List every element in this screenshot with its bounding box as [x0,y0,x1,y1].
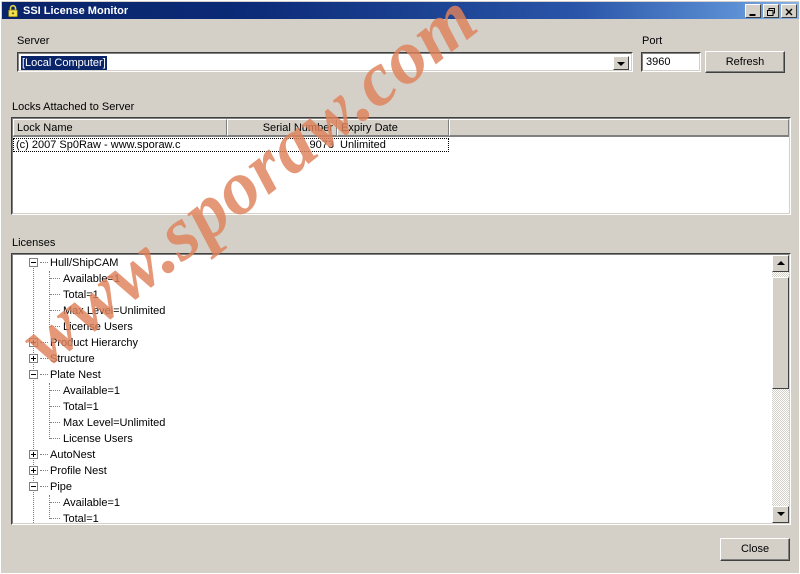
tree-item-label: AutoNest [50,449,96,461]
tree-node-dash [50,438,60,439]
scrollbar-thumb[interactable] [772,276,789,389]
licenses-scrollbar[interactable] [772,255,789,523]
tree-item[interactable]: Total=1 [13,287,772,303]
refresh-button-label: Refresh [725,55,765,68]
tree-item[interactable]: Plate Nest [13,367,772,383]
port-label: Port [642,35,663,47]
tree-item-label: Available=1 [63,497,120,509]
column-header-lock-name[interactable]: Lock Name [13,119,227,136]
tree-node-dash [50,502,60,503]
ssi-license-monitor-window: SSI License Monitor Server [Local Comput… [0,0,800,574]
tree-item[interactable]: Available=1 [13,271,772,287]
tree-node-dash [40,358,48,359]
column-header-blank[interactable] [449,119,789,136]
tree-item-label: Profile Nest [50,465,107,477]
tree-node-dash [40,374,48,375]
restore-button[interactable] [763,3,779,18]
column-header-serial-number[interactable]: Serial Number [227,119,337,136]
tree-item[interactable]: Hull/ShipCAM [13,255,772,271]
server-combo-value[interactable]: [Local Computer] [21,56,107,70]
tree-node-dash [40,262,48,263]
collapse-minus-icon[interactable] [29,370,38,379]
tree-item-label: Total=1 [63,289,99,301]
server-label: Server [17,35,50,47]
tree-item[interactable]: Total=1 [13,511,772,523]
window-controls [745,3,797,18]
tree-item[interactable]: Available=1 [13,495,772,511]
table-row[interactable]: (c) 2007 Sp0Raw - www.sporaw.c 9073 Unli… [13,137,789,152]
minimize-button[interactable] [745,3,761,18]
locks-label: Locks Attached to Server [12,101,135,113]
expand-plus-icon[interactable] [29,466,38,475]
tree-item-label: Total=1 [63,513,99,523]
port-input-value[interactable]: 3960 [643,54,699,68]
tree-node-dash [50,422,60,423]
tree-item-label: Available=1 [63,385,120,397]
close-button-label: Close [740,543,770,555]
tree-item-label: Hull/ShipCAM [50,257,119,269]
tree-node-dash [50,310,60,311]
locks-column-headers: Lock Name Serial Number Expiry Date [13,119,789,137]
tree-item[interactable]: License Users [13,319,772,335]
tree-item-label: Pipe [50,481,73,493]
tree-node-dash [40,470,48,471]
cell-expiry-date: Unlimited [340,138,386,151]
tree-item[interactable]: Pipe [13,479,772,495]
expand-plus-icon[interactable] [29,338,38,347]
tree-node-dash [40,486,48,487]
scroll-up-icon[interactable] [772,255,789,272]
licenses-label: Licenses [12,237,56,249]
licenses-tree-view[interactable]: Hull/ShipCAM Available=1 Total=1 Max Level=… [11,253,791,525]
tree-item[interactable]: Max Level=Unlimited [13,303,772,319]
tree-item-label: Available=1 [63,273,120,285]
tree-item-label: Structure [50,353,95,365]
tree-node-dash [50,326,60,327]
collapse-minus-icon[interactable] [29,258,38,267]
close-icon-button[interactable] [781,3,797,18]
tree-node-dash [50,518,60,519]
licenses-tree-canvas: Hull/ShipCAM Available=1 Total=1 Max Level=… [13,255,772,523]
tree-node-dash [40,454,48,455]
cell-lock-name: (c) 2007 Sp0Raw - www.sporaw.c [16,138,181,151]
cell-serial-number: 9073 [309,138,334,151]
window-title: SSI License Monitor [23,4,129,17]
tree-item-label: Total=1 [63,401,99,413]
tree-item[interactable]: AutoNest [13,447,772,463]
tree-item[interactable]: Total=1 [13,399,772,415]
expand-plus-icon[interactable] [29,354,38,363]
refresh-button[interactable]: Refresh [705,51,785,73]
tree-node-dash [50,294,60,295]
tree-item-label: Max Level=Unlimited [63,305,166,317]
tree-item[interactable]: Available=1 [13,383,772,399]
locks-list-inner: Lock Name Serial Number Expiry Date (c) … [12,118,790,214]
tree-item-label: Max Level=Unlimited [63,417,166,429]
tree-node-dash [50,406,60,407]
port-input-inner: 3960 [642,53,700,71]
tree-node-dash [50,390,60,391]
tree-item[interactable]: Profile Nest [13,463,772,479]
chevron-down-icon[interactable] [613,56,629,70]
column-header-expiry-date[interactable]: Expiry Date [337,119,449,136]
licenses-tree-inner: Hull/ShipCAM Available=1 Total=1 Max Level=… [12,254,790,524]
tree-item-label: License Users [63,321,133,333]
title-bar[interactable]: SSI License Monitor [2,2,799,19]
locks-list-view[interactable]: Lock Name Serial Number Expiry Date (c) … [11,117,791,215]
padlock-icon [6,4,20,18]
tree-item-label: Plate Nest [50,369,101,381]
close-button[interactable]: Close [720,538,790,561]
server-combo-inner: [Local Computer] [18,53,632,71]
port-input[interactable]: 3960 [641,52,701,72]
expand-plus-icon[interactable] [29,450,38,459]
scroll-down-icon[interactable] [772,506,789,523]
server-combo[interactable]: [Local Computer] [17,52,633,72]
tree-node-dash [40,342,48,343]
tree-item-label: Product Hierarchy [50,337,139,349]
tree-item[interactable]: License Users [13,431,772,447]
tree-item-label: License Users [63,433,133,445]
tree-item[interactable]: Product Hierarchy [13,335,772,351]
tree-item[interactable]: Structure [13,351,772,367]
collapse-minus-icon[interactable] [29,482,38,491]
tree-item[interactable]: Max Level=Unlimited [13,415,772,431]
tree-node-dash [50,278,60,279]
